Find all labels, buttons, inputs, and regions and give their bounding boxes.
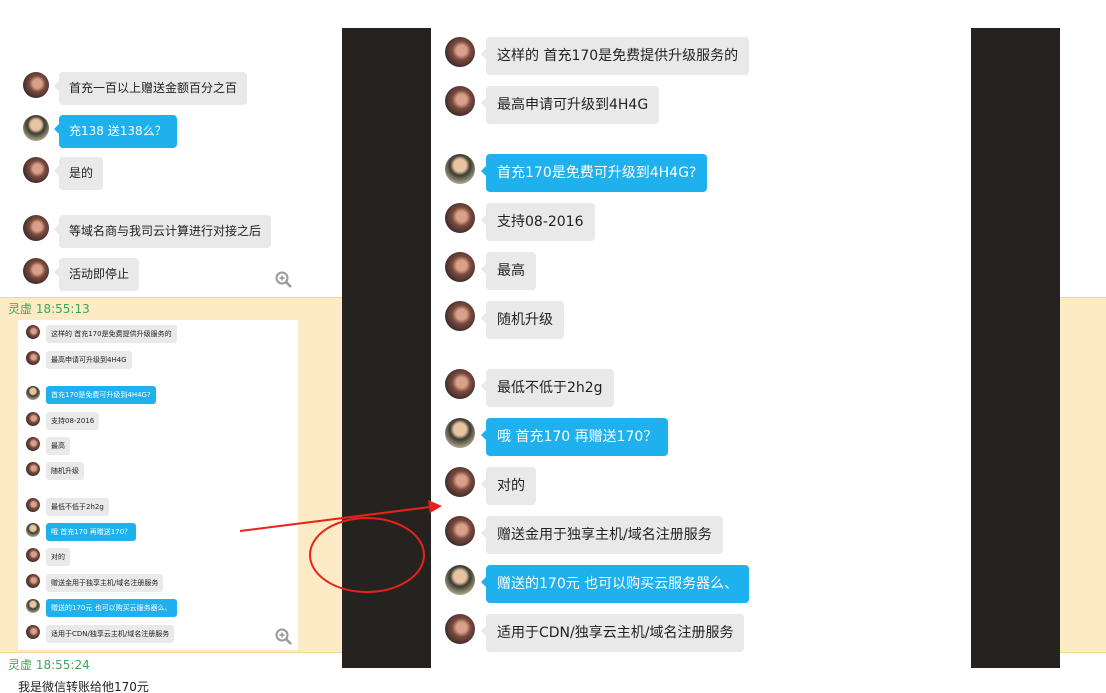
arrow-head — [428, 500, 442, 513]
chat-window: 首充一百以上赠送金额百分之百 充138 送138么？ 是的 等域名商与我司云计算… — [0, 0, 1106, 693]
red-arrow — [239, 506, 431, 532]
red-circle — [309, 517, 425, 593]
annotation-layer — [239, 500, 442, 593]
